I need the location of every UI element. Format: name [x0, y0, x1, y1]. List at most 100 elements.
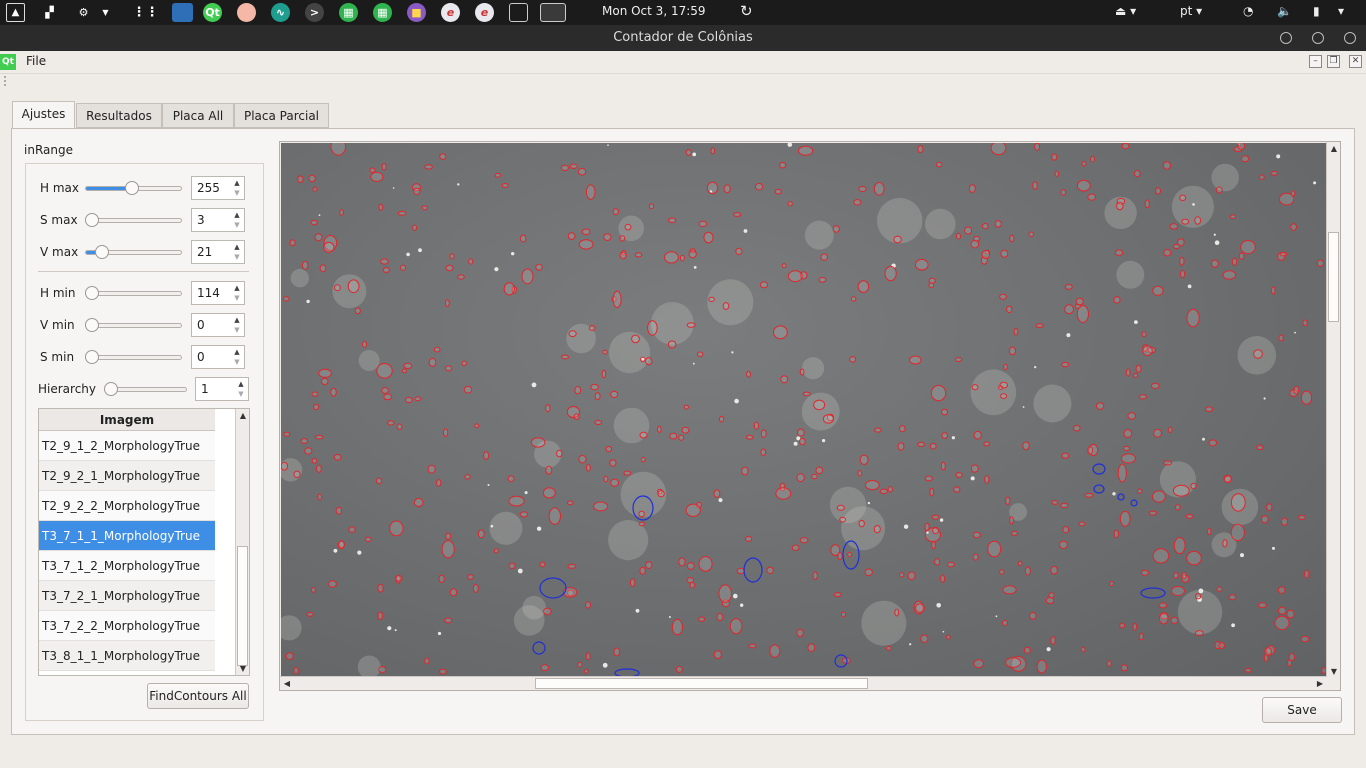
spin-up-icon[interactable]: ▲	[231, 210, 243, 220]
list-item[interactable]: T2_9_1_2_MorphologyTrue	[39, 431, 215, 461]
spin-down-icon[interactable]: ▼	[231, 188, 243, 198]
value-spinbox[interactable]: 1 ▲ ▼	[195, 377, 249, 401]
tab-resultados[interactable]: Resultados	[76, 103, 162, 128]
qt-creator-icon[interactable]: Qt	[203, 3, 222, 22]
spinbox-value[interactable]: 114	[197, 286, 220, 300]
list-item[interactable]: T3_7_1_2_MorphologyTrue	[39, 551, 215, 581]
toolbar-grip-icon[interactable]	[4, 76, 8, 86]
image-list[interactable]: Imagem T2_9_1_2_MorphologyTrue T2_9_2_1_M…	[38, 408, 250, 676]
spin-down-icon[interactable]: ▼	[231, 252, 243, 262]
scroll-up-icon[interactable]: ▲	[1327, 144, 1340, 153]
slider-handle[interactable]	[85, 350, 99, 364]
list-scroll-thumb[interactable]	[237, 546, 248, 666]
tab-placa-parcial[interactable]: Placa Parcial	[234, 103, 329, 128]
menu-file[interactable]: File	[26, 54, 46, 68]
slider-handle[interactable]	[124, 181, 139, 195]
horizontal-scroll-thumb[interactable]	[535, 678, 868, 689]
spreadsheet2-icon[interactable]: ▦	[373, 3, 392, 22]
find-contours-all-button[interactable]: FindContours All	[147, 683, 249, 709]
list-item[interactable]: T2_9_2_1_MorphologyTrue	[39, 461, 215, 491]
image-viewer-icon[interactable]: ▲	[6, 3, 25, 22]
list-item[interactable]: T3_8_1_1_MorphologyTrue	[39, 641, 215, 671]
files-icon[interactable]: ■	[407, 3, 426, 22]
spin-up-icon[interactable]: ▲	[231, 178, 243, 188]
value-spinbox[interactable]: 0 ▲ ▼	[191, 345, 245, 369]
spin-down-icon[interactable]: ▼	[231, 357, 243, 367]
spinbox-value[interactable]: 0	[197, 318, 205, 332]
slider-track[interactable]	[85, 181, 182, 195]
spin-down-icon[interactable]: ▼	[231, 293, 243, 303]
spinbox-value[interactable]: 21	[197, 245, 212, 259]
window-titlebar[interactable]: Contador de Colônias	[0, 25, 1366, 51]
scroll-down-icon[interactable]: ▼	[236, 664, 249, 673]
vertical-scrollbar[interactable]: ▲ ▼	[1326, 142, 1340, 678]
language-indicator[interactable]: pt ▾	[1180, 4, 1202, 18]
spin-up-icon[interactable]: ▲	[231, 283, 243, 293]
mdi-minimize-button[interactable]: –	[1309, 55, 1322, 68]
terminal-icon[interactable]: >	[305, 3, 324, 22]
battery-icon[interactable]: ▮	[1313, 4, 1320, 18]
tab-placa-all[interactable]: Placa All	[162, 103, 234, 128]
slider-handle[interactable]	[85, 318, 99, 332]
spin-up-icon[interactable]: ▲	[231, 315, 243, 325]
list-item[interactable]: T3_7_2_2_MorphologyTrue	[39, 611, 215, 641]
window1-icon[interactable]	[509, 3, 528, 22]
slider-track[interactable]	[85, 286, 182, 300]
chevron-down-icon[interactable]: ▼	[96, 3, 115, 22]
mdi-close-button[interactable]: ✕	[1349, 55, 1362, 68]
save-button[interactable]: Save	[1262, 697, 1342, 723]
value-spinbox[interactable]: 3 ▲ ▼	[191, 208, 245, 232]
slider-track[interactable]	[85, 245, 182, 259]
slider-handle[interactable]	[104, 382, 118, 396]
slider-handle[interactable]	[85, 213, 99, 227]
workspace-icon[interactable]: ▞	[40, 3, 59, 22]
spin-up-icon[interactable]: ▲	[235, 379, 247, 389]
scroll-up-icon[interactable]: ▲	[236, 411, 249, 420]
spinbox-value[interactable]: 3	[197, 213, 205, 227]
close-button[interactable]	[1344, 32, 1356, 44]
slider-handle[interactable]	[85, 286, 99, 300]
editor-icon[interactable]: e	[441, 3, 460, 22]
image-viewport[interactable]: ▲ ▼ ◀ ▶	[279, 141, 1341, 691]
value-spinbox[interactable]: 21 ▲ ▼	[191, 240, 245, 264]
clock[interactable]: Mon Oct 3, 17:59	[602, 4, 706, 18]
list-item[interactable]: T2_9_2_2_MorphologyTrue	[39, 491, 215, 521]
maximize-button[interactable]	[1312, 32, 1324, 44]
refresh-icon[interactable]: ↻	[740, 2, 753, 20]
slider-track[interactable]	[85, 350, 182, 364]
window2-icon[interactable]	[540, 3, 566, 22]
spinbox-value[interactable]: 255	[197, 181, 220, 195]
list-scrollbar[interactable]: ▲ ▼	[235, 409, 249, 675]
tab-ajustes[interactable]: Ajustes	[12, 101, 75, 129]
editor2-icon[interactable]: e	[475, 3, 494, 22]
slider-track[interactable]	[85, 318, 182, 332]
value-spinbox[interactable]: 0 ▲ ▼	[191, 313, 245, 337]
spinbox-value[interactable]: 1	[201, 382, 209, 396]
list-header[interactable]: Imagem	[39, 409, 215, 431]
mdi-restore-button[interactable]: ❐	[1327, 55, 1340, 68]
spreadsheet-icon[interactable]: ▦	[339, 3, 358, 22]
power-menu-icon[interactable]: ▾	[1338, 4, 1344, 18]
spin-down-icon[interactable]: ▼	[235, 389, 247, 399]
scroll-down-icon[interactable]: ▼	[1327, 667, 1340, 676]
scroll-right-icon[interactable]: ▶	[1313, 679, 1327, 688]
horizontal-scrollbar[interactable]: ◀ ▶	[280, 676, 1327, 690]
spin-down-icon[interactable]: ▼	[231, 220, 243, 230]
minimize-button[interactable]	[1280, 32, 1292, 44]
monitor-icon[interactable]	[172, 3, 193, 22]
activity-icon[interactable]: ∿	[271, 3, 290, 22]
apps-grid-icon[interactable]: ⋮⋮	[133, 3, 159, 22]
vertical-scroll-thumb[interactable]	[1328, 232, 1339, 322]
value-spinbox[interactable]: 114 ▲ ▼	[191, 281, 245, 305]
list-item[interactable]: T3_7_1_1_MorphologyTrue	[39, 521, 215, 551]
pink-app-icon[interactable]	[237, 3, 256, 22]
wifi-icon[interactable]: ◔	[1243, 4, 1253, 18]
value-spinbox[interactable]: 255 ▲ ▼	[191, 176, 245, 200]
spin-up-icon[interactable]: ▲	[231, 347, 243, 357]
slider-handle[interactable]	[94, 245, 109, 259]
spinbox-value[interactable]: 0	[197, 350, 205, 364]
slider-track[interactable]	[104, 382, 187, 396]
gear-icon[interactable]: ⚙	[74, 3, 93, 22]
slider-track[interactable]	[85, 213, 182, 227]
scroll-left-icon[interactable]: ◀	[280, 679, 294, 688]
